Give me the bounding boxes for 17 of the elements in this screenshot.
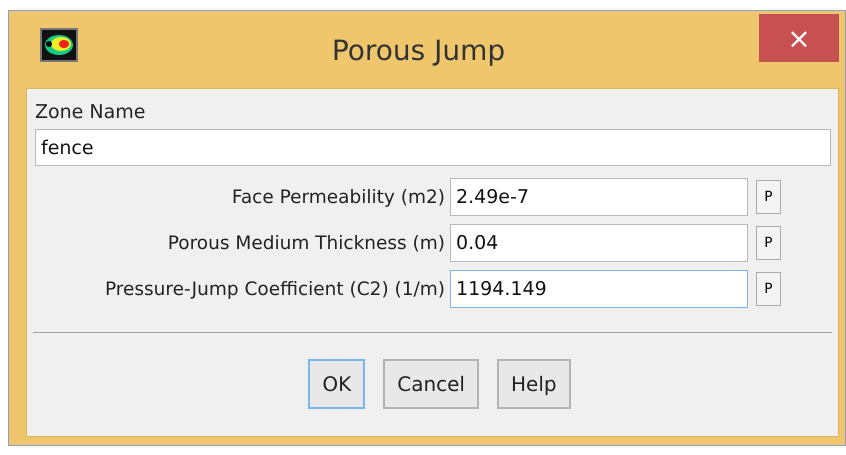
field-label: Pressure-Jump Coefficient (C2) (1/m) <box>104 278 445 300</box>
parameter-button[interactable]: P <box>756 180 781 214</box>
field-label: Face Permeability (m2) <box>230 186 445 208</box>
dialog-button[interactable]: OK <box>308 359 366 409</box>
dialog-button[interactable]: Help <box>497 359 571 409</box>
parameter-field[interactable]: 2.49e-7 <box>450 178 748 216</box>
close-button[interactable]: × <box>759 14 839 62</box>
parameter-field[interactable]: 0.04 <box>450 224 748 262</box>
parameter-button[interactable]: P <box>756 226 781 260</box>
app-logo-icon <box>40 28 78 62</box>
parameter-field[interactable]: 1194.149 <box>450 270 748 308</box>
field-label: Porous Medium Thickness (m) <box>166 232 445 254</box>
window-title: Porous Jump <box>330 34 506 67</box>
zone-name-field[interactable]: fence <box>35 129 831 166</box>
parameter-button[interactable]: P <box>756 272 781 306</box>
field-label: Zone Name <box>35 101 146 123</box>
dialog-button[interactable]: Cancel <box>383 359 479 409</box>
